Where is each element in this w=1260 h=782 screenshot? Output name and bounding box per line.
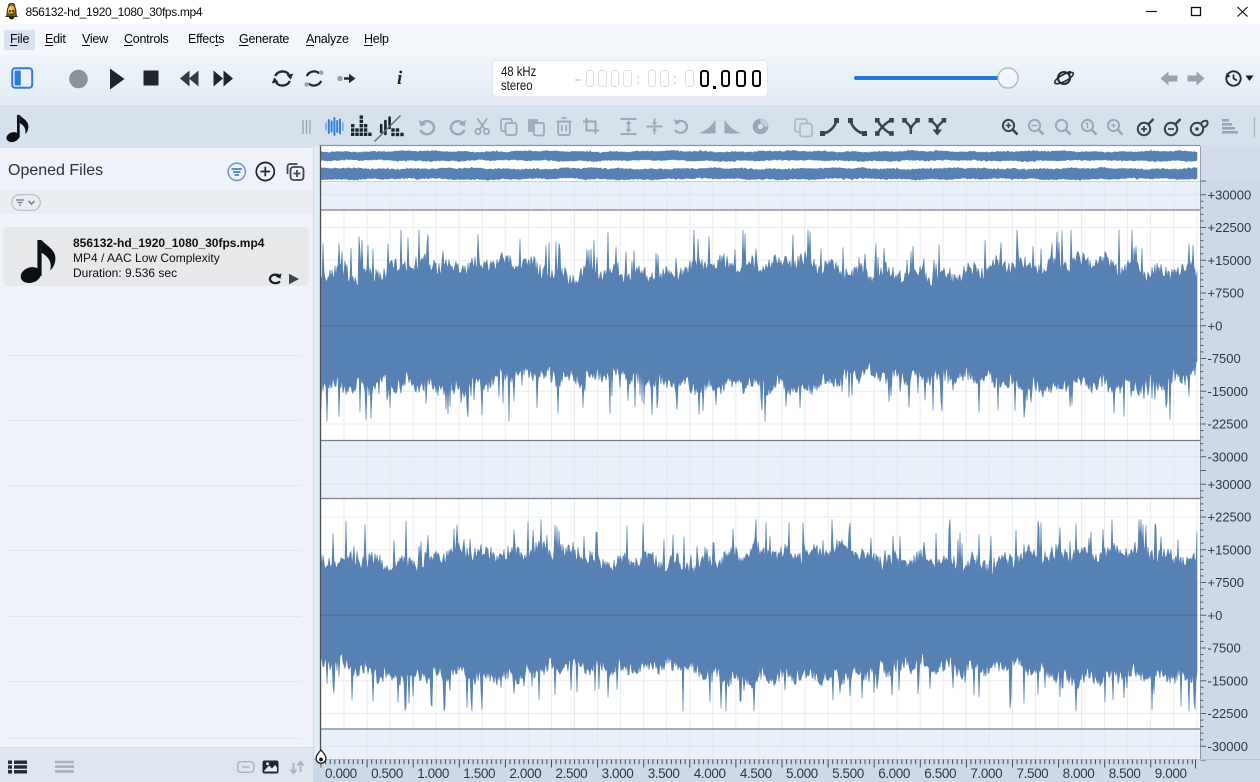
svg-text:-15000: -15000	[1208, 384, 1248, 399]
svg-text:+7500: +7500	[1208, 575, 1245, 590]
svg-text:+30000: +30000	[1208, 187, 1252, 202]
svg-text:8.000: 8.000	[1063, 766, 1095, 781]
svg-text:5.000: 5.000	[786, 766, 818, 781]
svg-text:+15000: +15000	[1208, 542, 1252, 557]
svg-text:8.500: 8.500	[1109, 766, 1141, 781]
svg-text:+7500: +7500	[1208, 286, 1245, 301]
svg-text:+22500: +22500	[1208, 220, 1252, 235]
svg-text:-22500: -22500	[1208, 417, 1248, 432]
svg-text:3.500: 3.500	[648, 766, 680, 781]
svg-text:-30000: -30000	[1208, 449, 1248, 464]
svg-text:9.000: 9.000	[1155, 766, 1187, 781]
svg-text:5.500: 5.500	[832, 766, 864, 781]
svg-text:1.000: 1.000	[417, 766, 449, 781]
svg-text:4.000: 4.000	[694, 766, 726, 781]
svg-text:-7500: -7500	[1208, 351, 1241, 366]
svg-text:+22500: +22500	[1208, 510, 1252, 525]
svg-text:7.000: 7.000	[970, 766, 1002, 781]
svg-text:3.000: 3.000	[602, 766, 634, 781]
svg-text:+0: +0	[1208, 318, 1223, 333]
svg-text:2.000: 2.000	[509, 766, 541, 781]
svg-text:0.000: 0.000	[325, 766, 357, 781]
svg-text:6.500: 6.500	[924, 766, 956, 781]
svg-text:4.500: 4.500	[740, 766, 772, 781]
svg-text:+30000: +30000	[1208, 477, 1252, 492]
svg-text:+0: +0	[1208, 608, 1223, 623]
svg-text:7.500: 7.500	[1017, 766, 1049, 781]
svg-text:6.000: 6.000	[878, 766, 910, 781]
svg-text:+15000: +15000	[1208, 253, 1252, 268]
svg-text:-7500: -7500	[1208, 641, 1241, 656]
svg-text:1.500: 1.500	[463, 766, 495, 781]
svg-text:2.500: 2.500	[556, 766, 588, 781]
svg-text:0.500: 0.500	[371, 766, 403, 781]
svg-text:-22500: -22500	[1208, 706, 1248, 721]
svg-text:-30000: -30000	[1208, 739, 1248, 754]
svg-text:-15000: -15000	[1208, 673, 1248, 688]
